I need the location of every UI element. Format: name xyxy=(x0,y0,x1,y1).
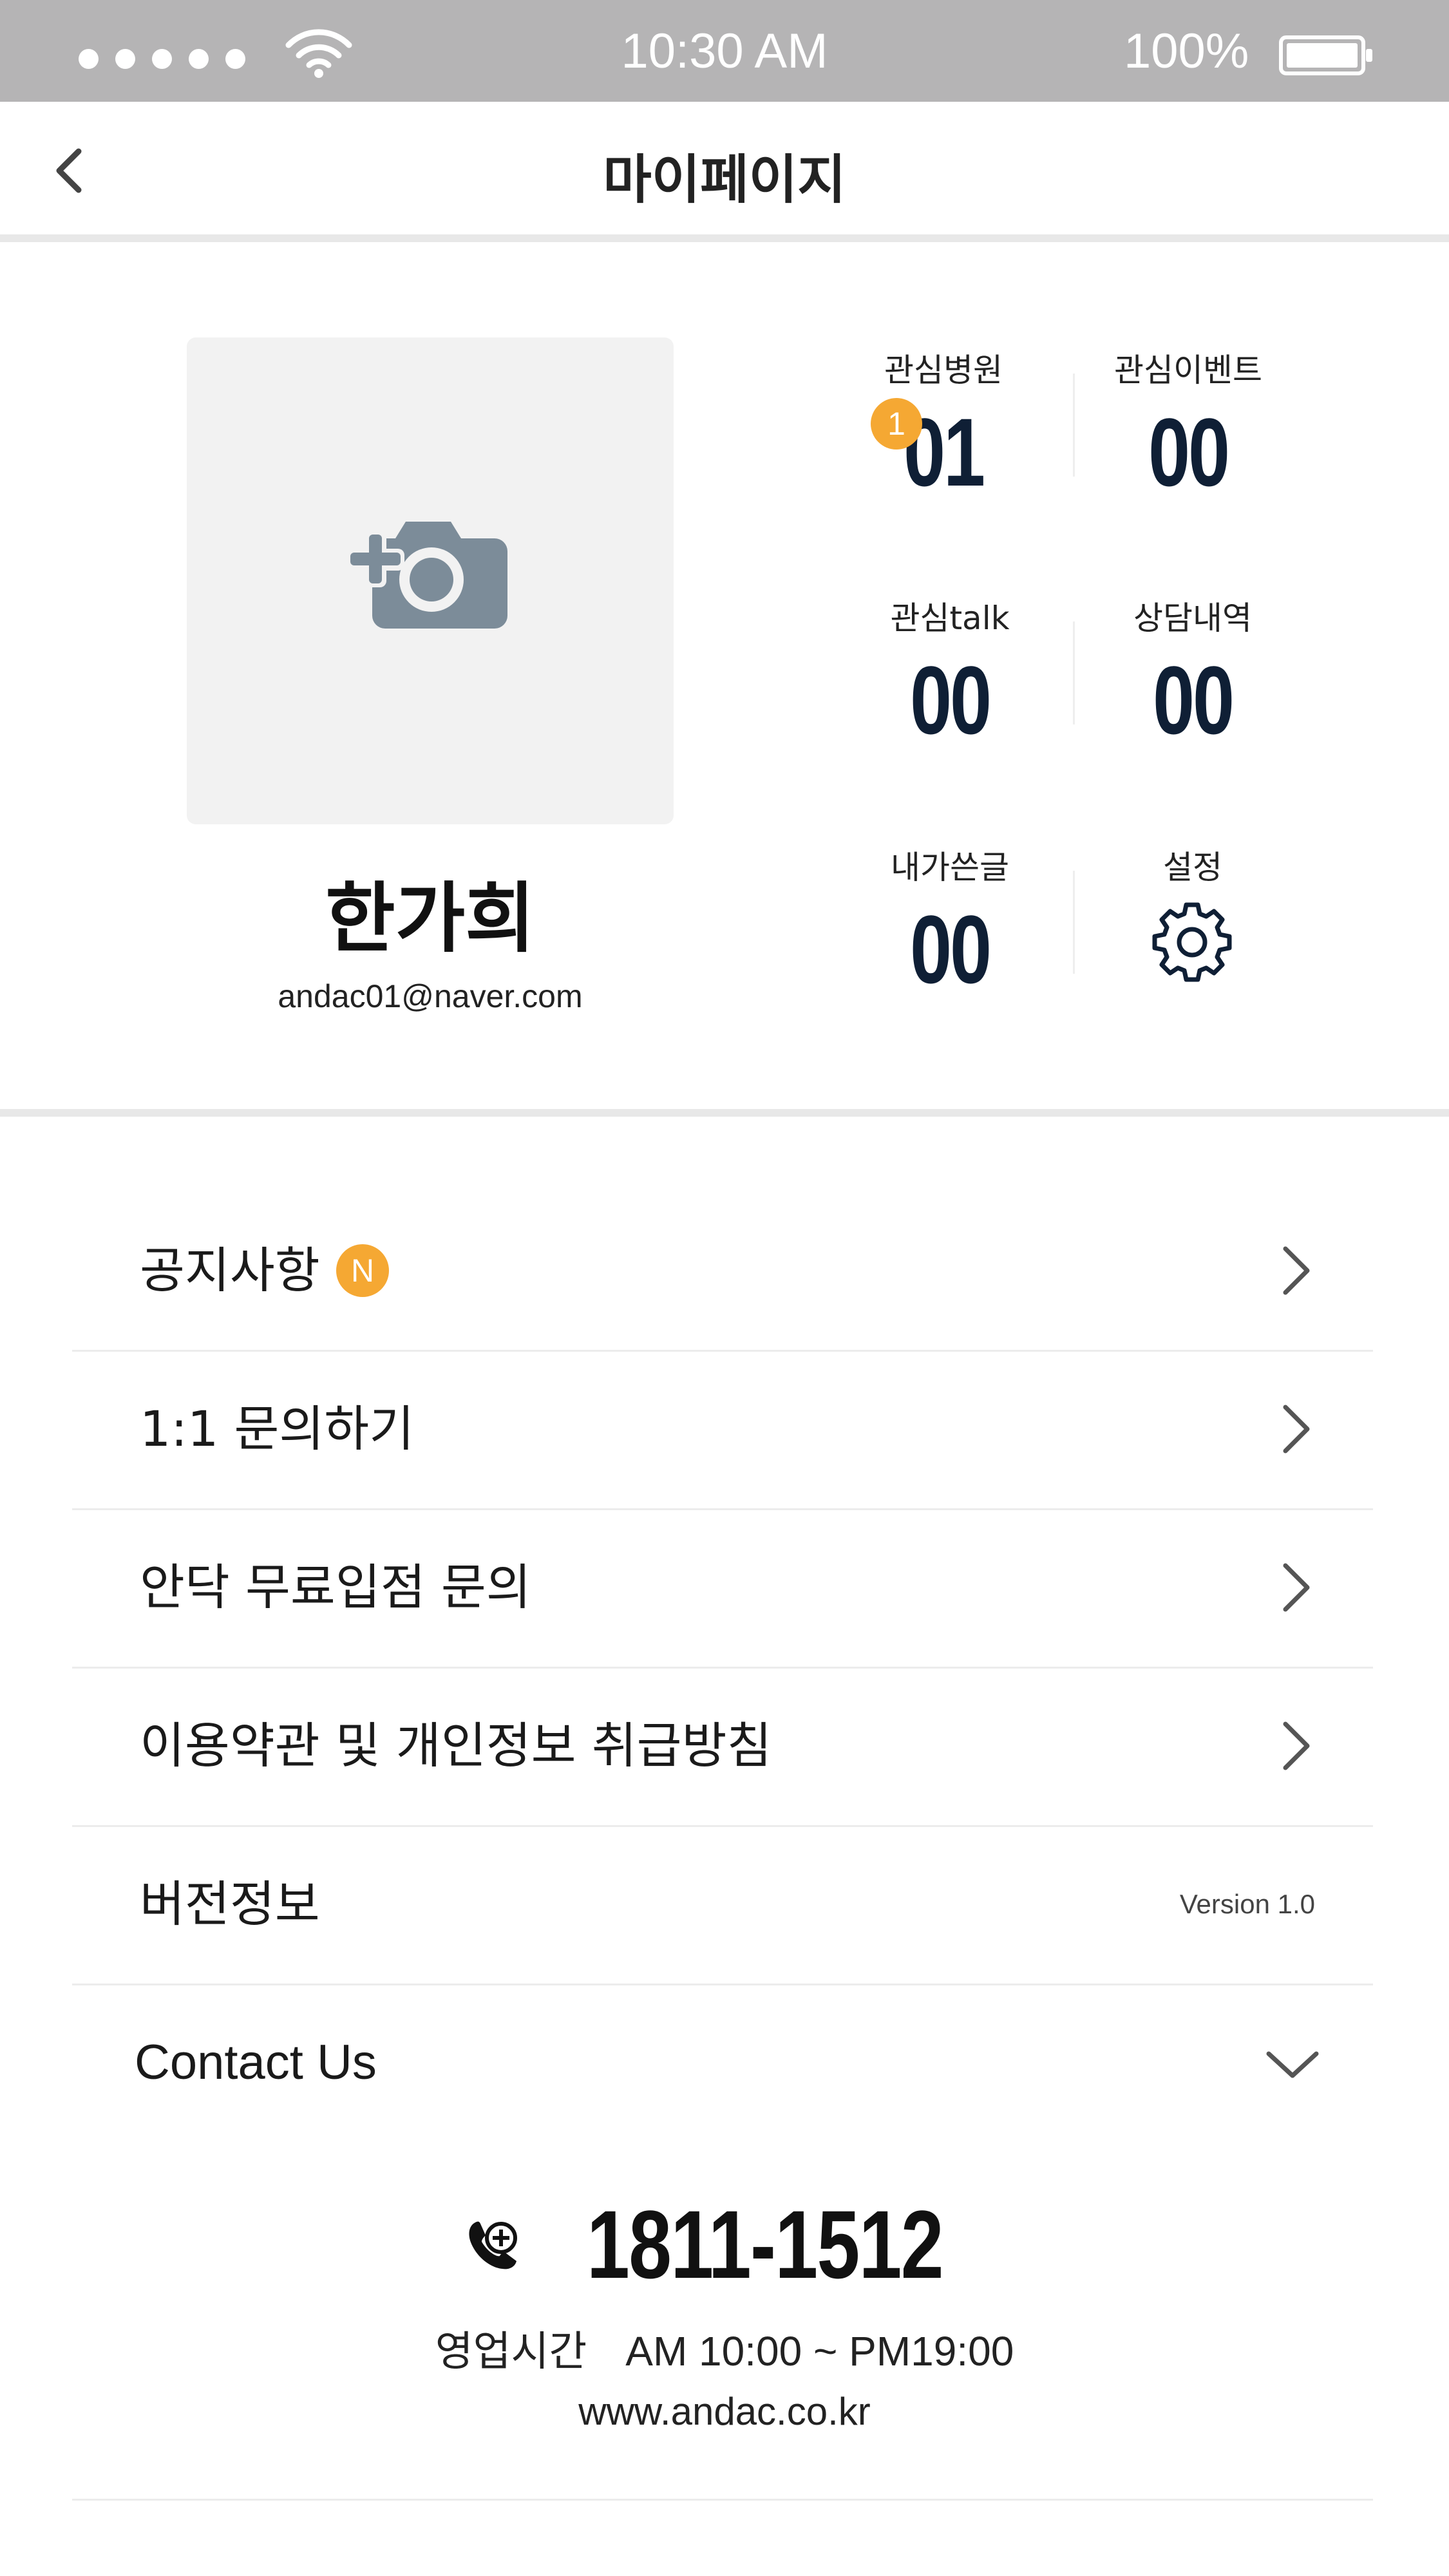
stat-label: 관심이벤트 xyxy=(1114,352,1262,389)
stat-label: 상담내역 xyxy=(1133,600,1252,637)
contact-phone[interactable]: 1811-1512 xyxy=(0,2190,1449,2298)
stat-label: 관심병원 xyxy=(884,352,1003,389)
header-divider xyxy=(0,234,1449,242)
stat-value: 00 xyxy=(910,895,992,1003)
menu-item-notice[interactable]: 공지사항 N xyxy=(72,1191,1373,1352)
gear-icon xyxy=(1152,902,1232,982)
phone-number: 1811-1512 xyxy=(587,2190,944,2298)
bottom-divider xyxy=(72,2499,1373,2501)
stat-label: 설정 xyxy=(1163,849,1222,886)
menu-item-label: 안닥 무료입점 문의 xyxy=(140,1558,531,1616)
phone-icon xyxy=(469,2221,518,2269)
menu-item-label: 이용약관 및 개인정보 취급방침 xyxy=(140,1717,772,1774)
stat-label: 내가쓴글 xyxy=(891,849,1009,886)
page-title: 마이페이지 xyxy=(603,149,846,211)
stat-consultation-history[interactable]: 상담내역 00 xyxy=(1077,592,1309,748)
notification-badge: 1 xyxy=(871,398,922,450)
menu-item-label: 공지사항 xyxy=(140,1242,320,1299)
stat-favorite-hospitals[interactable]: 관심병원 01 xyxy=(828,345,1059,500)
profile-email: andac01@naver.com xyxy=(278,978,583,1014)
chevron-down-icon xyxy=(1266,2051,1319,2078)
battery-icon xyxy=(1279,35,1372,75)
menu-item-free-entry[interactable]: 안닥 무료입점 문의 xyxy=(72,1508,1373,1669)
business-hours: 영업시간 AM 10:00 ~ PM19:00 xyxy=(0,2318,1449,2378)
stat-value: 00 xyxy=(1153,646,1235,754)
menu-item-contact[interactable]: Contact Us xyxy=(72,1984,1373,2142)
stat-divider xyxy=(1073,871,1075,974)
new-badge: N xyxy=(336,1244,389,1297)
profile-divider xyxy=(0,1109,1449,1117)
menu-item-label: Contact Us xyxy=(135,2035,377,2090)
stat-divider xyxy=(1073,621,1075,724)
stat-favorite-talk[interactable]: 관심talk 00 xyxy=(834,592,1066,748)
menu-item-terms[interactable]: 이용약관 및 개인정보 취급방침 xyxy=(72,1667,1373,1827)
chevron-right-icon xyxy=(1283,1563,1310,1612)
chevron-right-icon xyxy=(1283,1721,1310,1770)
menu-item-inquiry[interactable]: 1:1 문의하기 xyxy=(72,1350,1373,1510)
business-hours-label: 영업시간 xyxy=(435,2328,587,2376)
stat-value: 00 xyxy=(1148,398,1230,506)
stat-my-posts[interactable]: 내가쓴글 00 xyxy=(834,842,1066,998)
battery-percent: 100% xyxy=(1124,24,1249,79)
stat-label: 관심talk xyxy=(890,600,1010,637)
menu-item-label: 1:1 문의하기 xyxy=(140,1400,415,1457)
business-hours-value: AM 10:00 ~ PM19:00 xyxy=(625,2328,1014,2374)
profile-name: 한가희 xyxy=(325,874,535,963)
settings-button[interactable]: 설정 xyxy=(1077,842,1309,888)
stat-favorite-events[interactable]: 관심이벤트 00 xyxy=(1072,345,1304,500)
version-value: Version 1.0 xyxy=(1179,1889,1315,1919)
website-link[interactable]: www.andac.co.kr xyxy=(0,2389,1449,2434)
menu-item-label: 버전정보 xyxy=(140,1875,320,1933)
menu-item-version: 버전정보 Version 1.0 xyxy=(72,1825,1373,1985)
stat-value: 00 xyxy=(910,646,992,754)
chevron-right-icon xyxy=(1283,1246,1310,1295)
camera-add-icon xyxy=(348,522,507,629)
chevron-right-icon xyxy=(1283,1405,1310,1454)
